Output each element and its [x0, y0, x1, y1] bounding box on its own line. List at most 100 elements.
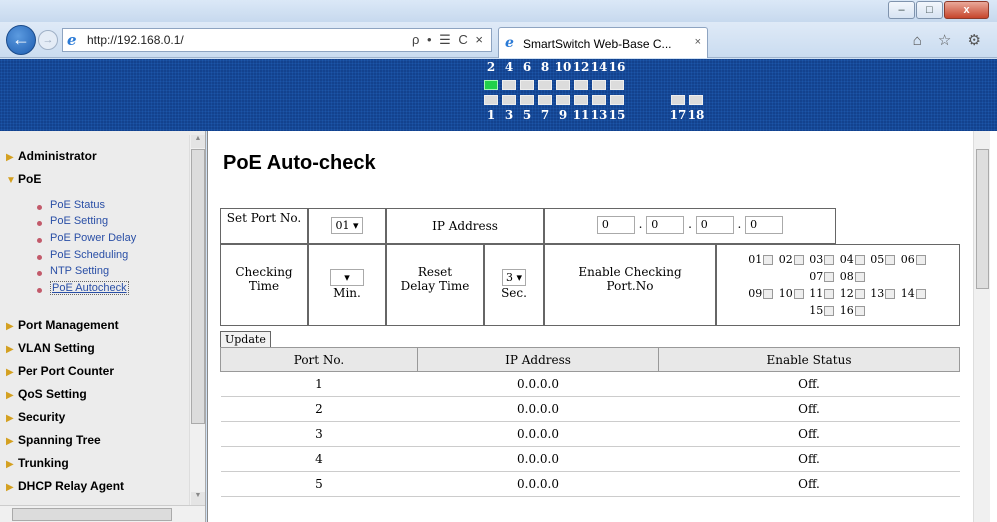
sidebar-subitem-poe-setting[interactable]: PoE Setting: [50, 215, 108, 227]
ip-cell: 0.0.0.0: [417, 421, 659, 447]
ip-octet-4-input[interactable]: 0: [745, 216, 784, 234]
port-12-checkbox[interactable]: [854, 289, 865, 299]
port-15-checkbox[interactable]: [824, 306, 835, 316]
port-10-indicator[interactable]: [556, 80, 570, 90]
bullet-icon: [37, 205, 42, 210]
port-09-label: 09: [748, 287, 763, 300]
ip-octet-3-input[interactable]: 0: [695, 216, 734, 234]
scrollbar-thumb[interactable]: [12, 508, 172, 521]
port-label: 13: [590, 108, 608, 122]
scrollbar-thumb[interactable]: [191, 149, 205, 424]
update-button[interactable]: Update: [220, 331, 271, 348]
port-3-indicator[interactable]: [502, 95, 516, 105]
port-13-indicator[interactable]: [592, 95, 606, 105]
sidebar-item-trunking[interactable]: ▶ Trunking: [6, 456, 69, 470]
tab-close-icon[interactable]: ×: [695, 36, 701, 48]
port-05-checkbox[interactable]: [885, 255, 896, 265]
port-08-checkbox[interactable]: [854, 272, 865, 282]
bullet-icon: [37, 255, 42, 260]
forward-button[interactable]: →: [38, 30, 58, 50]
port-label: 4: [504, 60, 514, 74]
checking-time-select[interactable]: ▾: [330, 269, 364, 286]
port-17-indicator[interactable]: [671, 95, 685, 105]
sidebar-item-poe[interactable]: ▼ PoE: [6, 172, 41, 186]
scroll-down-icon[interactable]: ▼: [191, 492, 205, 505]
tab-title: SmartSwitch Web-Base C...: [523, 37, 672, 51]
port-16-checkbox[interactable]: [854, 306, 865, 316]
port-07-checkbox[interactable]: [824, 272, 835, 282]
port-05-label: 05: [870, 253, 885, 266]
port-7-indicator[interactable]: [538, 95, 552, 105]
port-03-checkbox[interactable]: [824, 255, 835, 265]
port-6-indicator[interactable]: [520, 80, 534, 90]
port-15-indicator[interactable]: [610, 95, 624, 105]
port-label: 9: [558, 108, 568, 122]
port-09-checkbox[interactable]: [763, 289, 774, 299]
table-row: 1 0.0.0.0 Off.: [220, 371, 960, 397]
set-port-select[interactable]: 01 ▾: [331, 217, 363, 234]
url-text[interactable]: http://192.168.0.1/: [87, 33, 184, 47]
sidebar-item-dhcp-relay-agent[interactable]: ▶ DHCP Relay Agent: [6, 479, 124, 493]
port-checkbox-grid: 01 02 03 04 05 06 07 08 09 10 11 12 13 1…: [716, 244, 960, 326]
port-06-checkbox[interactable]: [915, 255, 926, 265]
port-label: 16: [608, 60, 626, 74]
sidebar-subitem-poe-autocheck[interactable]: PoE Autocheck: [50, 281, 129, 295]
sidebar-item-vlan-setting[interactable]: ▶ VLAN Setting: [6, 341, 95, 355]
sidebar-vertical-scrollbar[interactable]: ▲ ▼: [189, 135, 205, 505]
port-18-indicator[interactable]: [689, 95, 703, 105]
sidebar-subitem-poe-power-delay[interactable]: PoE Power Delay: [50, 232, 136, 244]
port-10-checkbox[interactable]: [793, 289, 804, 299]
port-label: 5: [522, 108, 532, 122]
port-4-indicator[interactable]: [502, 80, 516, 90]
address-bar[interactable]: e http://192.168.0.1/ ρ • ☰ C ×: [62, 28, 492, 52]
home-favorites-settings-icons[interactable]: ⌂ ☆ ⚙: [913, 31, 987, 49]
reset-delay-select[interactable]: 3 ▾: [501, 269, 527, 286]
port-10-label: 10: [778, 287, 793, 300]
port-2-indicator[interactable]: [484, 80, 498, 90]
port-1-indicator[interactable]: [484, 95, 498, 105]
sidebar-horizontal-scrollbar[interactable]: [0, 505, 205, 522]
port-cell: 4: [220, 446, 418, 472]
sidebar-item-spanning-tree[interactable]: ▶ Spanning Tree: [6, 433, 101, 447]
port-13-checkbox[interactable]: [885, 289, 896, 299]
minimize-button[interactable]: –: [888, 1, 915, 19]
sidebar-subitem-poe-status[interactable]: PoE Status: [50, 199, 105, 211]
scrollbar-thumb[interactable]: [976, 149, 989, 289]
sidebar-subitem-ntp-setting[interactable]: NTP Setting: [50, 265, 109, 277]
port-08-label: 08: [839, 270, 854, 283]
sidebar-item-qos-setting[interactable]: ▶ QoS Setting: [6, 387, 87, 401]
search-refresh-stop-icons[interactable]: ρ • ☰ C ×: [412, 32, 485, 48]
back-button[interactable]: ←: [6, 25, 36, 55]
port-16-indicator[interactable]: [610, 80, 624, 90]
port-11-checkbox[interactable]: [824, 289, 835, 299]
close-window-button[interactable]: x: [944, 1, 989, 19]
port-14-label: 14: [900, 287, 915, 300]
maximize-button[interactable]: □: [916, 1, 943, 19]
port-14-checkbox[interactable]: [915, 289, 926, 299]
port-5-indicator[interactable]: [520, 95, 534, 105]
port-11-indicator[interactable]: [574, 95, 588, 105]
sidebar-item-port-management[interactable]: ▶ Port Management: [6, 318, 119, 332]
sidebar-item-per-port-counter[interactable]: ▶ Per Port Counter: [6, 364, 114, 378]
port-8-indicator[interactable]: [538, 80, 552, 90]
port-02-checkbox[interactable]: [793, 255, 804, 265]
port-9-indicator[interactable]: [556, 95, 570, 105]
port-cell: 3: [220, 421, 418, 447]
port-01-checkbox[interactable]: [763, 255, 774, 265]
ip-octet-2-input[interactable]: 0: [646, 216, 685, 234]
main-vertical-scrollbar[interactable]: [973, 131, 990, 522]
port-11-label: 11: [809, 287, 824, 300]
ip-octet-1-input[interactable]: 0: [596, 216, 635, 234]
port-15-label: 15: [809, 304, 824, 317]
port-cell: 5: [220, 471, 418, 497]
port-14-indicator[interactable]: [592, 80, 606, 90]
port-12-indicator[interactable]: [574, 80, 588, 90]
ip-cell: 0.0.0.0: [417, 396, 659, 422]
sidebar-subitem-poe-scheduling[interactable]: PoE Scheduling: [50, 249, 128, 261]
sidebar-item-administrator[interactable]: ▶ Administrator: [6, 149, 97, 163]
sidebar-item-security[interactable]: ▶ Security: [6, 410, 65, 424]
port-04-checkbox[interactable]: [854, 255, 865, 265]
browser-tab[interactable]: e SmartSwitch Web-Base C... ×: [498, 27, 708, 58]
ip-address-cell: 0 . 0 . 0 . 0: [544, 208, 836, 244]
scroll-up-icon[interactable]: ▲: [191, 135, 205, 148]
